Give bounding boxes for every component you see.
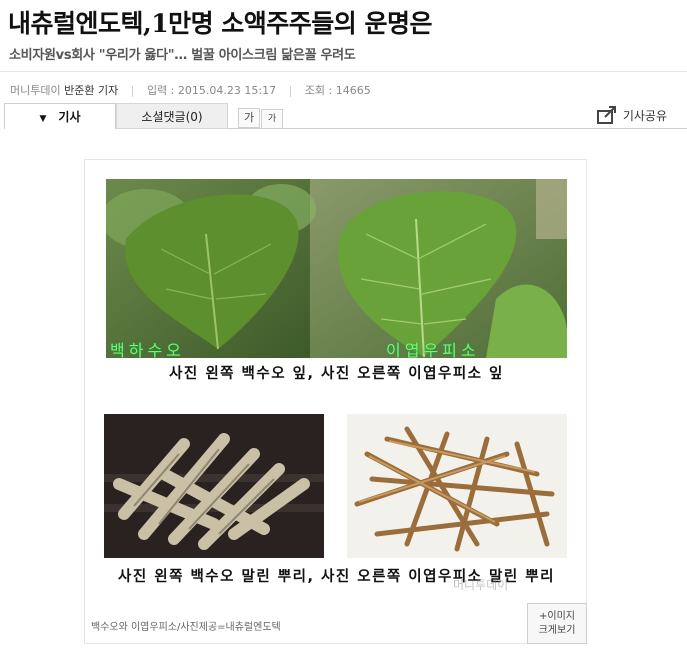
share-label: 기사공유 bbox=[622, 108, 667, 123]
views-count: 14665 bbox=[335, 84, 371, 97]
divider bbox=[0, 71, 687, 72]
tab-social-label: 소셜댓글(0) bbox=[141, 110, 203, 124]
font-size-controls: 가가 bbox=[238, 106, 284, 129]
article-photo: 백하수오 이엽우피소 사진 왼쪽 백수오 잎, 사진 오른쪽 이엽우피소 잎 사… bbox=[84, 159, 587, 644]
tab-article-label: 기사 bbox=[58, 110, 81, 124]
watermark: 머니투데이 bbox=[453, 578, 509, 592]
photo-root-left[interactable] bbox=[104, 414, 324, 558]
tab-article[interactable]: ▼ 기사 bbox=[4, 103, 116, 129]
input-label: 입력 : bbox=[146, 84, 178, 97]
photo-caption-roots: 사진 왼쪽 백수오 말린 뿌리, 사진 오른쪽 이엽우피소 말린 뿌리 bbox=[118, 569, 555, 585]
source-name: 머니투데이 bbox=[10, 84, 61, 97]
article-headline: 내츄럴엔도텍,1만명 소액주주들의 운명은 bbox=[8, 9, 433, 38]
views-label: 조회 : bbox=[304, 84, 336, 97]
photo-caption-leaves: 사진 왼쪽 백수오 잎, 사진 오른쪽 이엽우피소 잎 bbox=[169, 366, 504, 382]
photo-credit: 백수오와 이엽우피소/사진제공=내츄럴엔도텍 bbox=[91, 622, 281, 633]
enlarge-text2: 크게보기 bbox=[538, 625, 576, 636]
meta-separator: | bbox=[288, 84, 293, 97]
enlarge-text1: 이미지 bbox=[547, 611, 575, 622]
overlay-label-left: 백하수오 bbox=[110, 341, 185, 358]
share-icon bbox=[596, 106, 616, 124]
photo-root-right[interactable] bbox=[347, 414, 567, 558]
share-button[interactable]: 기사공유 bbox=[596, 106, 667, 124]
meta-separator: | bbox=[130, 84, 135, 97]
input-date: 2015.04.23 15:17 bbox=[177, 84, 277, 97]
enlarge-line1: +이미지 bbox=[528, 610, 586, 624]
overlay-label-right: 이엽우피소 bbox=[386, 341, 480, 358]
triangle-down-icon: ▼ bbox=[39, 114, 47, 124]
tab-underline bbox=[228, 128, 687, 129]
font-smaller-button[interactable]: 가 bbox=[261, 109, 283, 129]
font-larger-button[interactable]: 가 bbox=[238, 108, 260, 128]
article-meta: 머니투데이 반준환 기자 | 입력 : 2015.04.23 15:17 | 조… bbox=[10, 82, 371, 98]
tab-social-comments[interactable]: 소셜댓글(0) bbox=[116, 103, 228, 129]
photo-leaves[interactable]: 백하수오 이엽우피소 bbox=[106, 179, 567, 358]
reporter-name[interactable]: 반준환 기자 bbox=[64, 84, 118, 97]
article-subhead: 소비자원vs회사 "우리가 옳다"… 벌꿀 아이스크림 닮은꼴 우려도 bbox=[9, 48, 356, 63]
enlarge-image-button[interactable]: +이미지 크게보기 bbox=[527, 603, 587, 644]
